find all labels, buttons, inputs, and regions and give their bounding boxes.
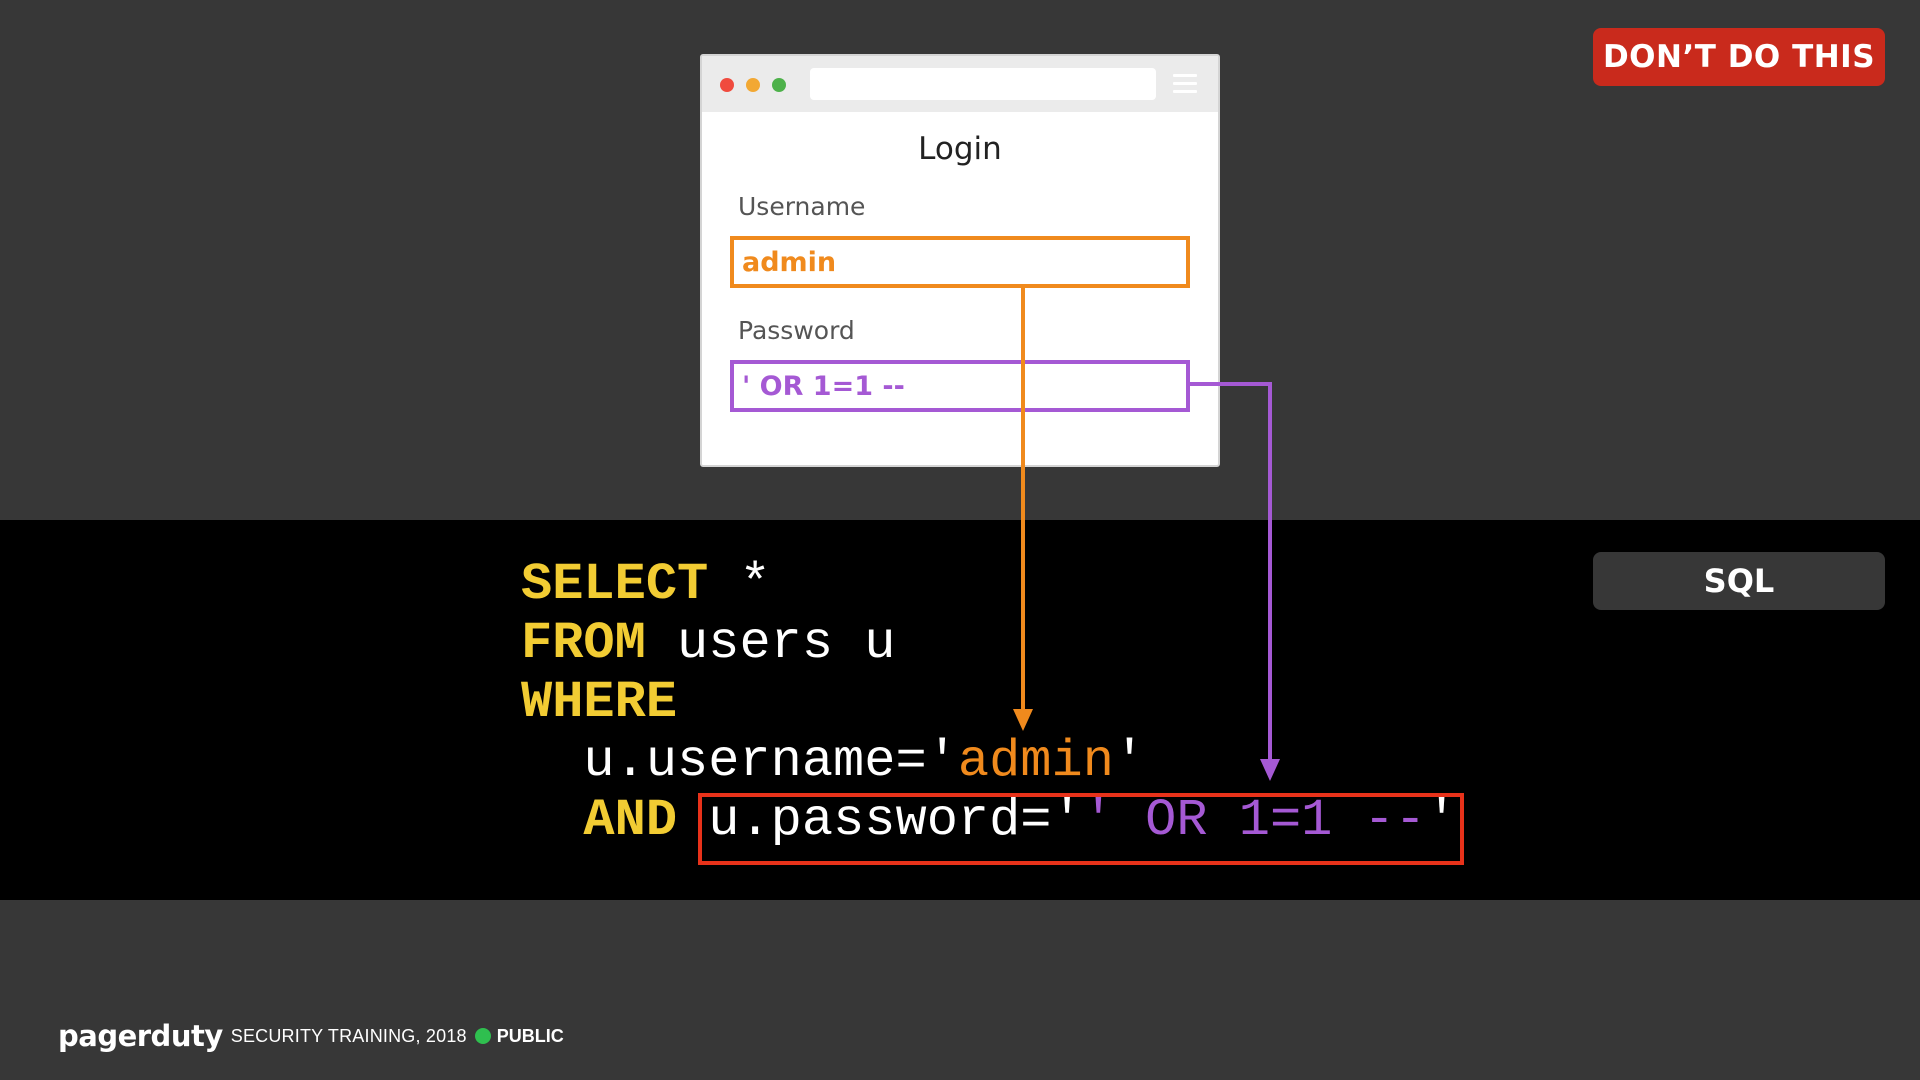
- sql-keyword-where: WHERE: [521, 673, 678, 732]
- password-label: Password: [738, 316, 855, 345]
- dont-do-this-badge: DON’T DO THIS: [1593, 28, 1885, 86]
- sql-line-select: SELECT *: [521, 555, 1457, 614]
- minimize-window-dot-icon: [746, 78, 760, 92]
- sql-keyword-and: AND: [583, 791, 678, 850]
- browser-title-bar: [702, 56, 1218, 112]
- browser-window-mockup: Login Username admin Password ' OR 1=1 -…: [700, 54, 1220, 467]
- hamburger-menu-icon: [1173, 74, 1197, 94]
- login-title: Login: [918, 131, 1002, 167]
- footer-training-text: SECURITY TRAINING, 2018: [230, 1025, 467, 1046]
- sql-select-columns: *: [708, 555, 771, 614]
- sql-username-value: admin: [957, 732, 1114, 791]
- username-field: admin: [730, 236, 1190, 288]
- sql-line-where: WHERE: [521, 673, 1457, 732]
- sql-line-from: FROM users u: [521, 614, 1457, 673]
- sql-language-badge: SQL: [1593, 552, 1885, 610]
- pagerduty-logo: pagerduty: [58, 1019, 223, 1053]
- sql-keyword-from: FROM: [521, 614, 646, 673]
- sql-line-username: u.username='admin': [521, 732, 1457, 791]
- username-label: Username: [738, 192, 866, 221]
- username-value: admin: [742, 246, 837, 278]
- password-value: ' OR 1=1 --: [742, 370, 905, 402]
- address-bar: [810, 68, 1156, 100]
- maximize-window-dot-icon: [772, 78, 786, 92]
- password-field: ' OR 1=1 --: [730, 360, 1190, 412]
- footer: pagerduty SECURITY TRAINING, 2018 PUBLIC: [58, 1019, 564, 1053]
- close-window-dot-icon: [720, 78, 734, 92]
- sql-username-suffix: ': [1113, 732, 1146, 791]
- classification-label: PUBLIC: [496, 1025, 564, 1046]
- injection-highlight-box: [698, 793, 1464, 865]
- status-dot-icon: [474, 1028, 491, 1044]
- sql-from-table: users u: [645, 614, 896, 673]
- sql-username-prefix: u.username=': [521, 732, 958, 791]
- sql-keyword-select: SELECT: [521, 555, 709, 614]
